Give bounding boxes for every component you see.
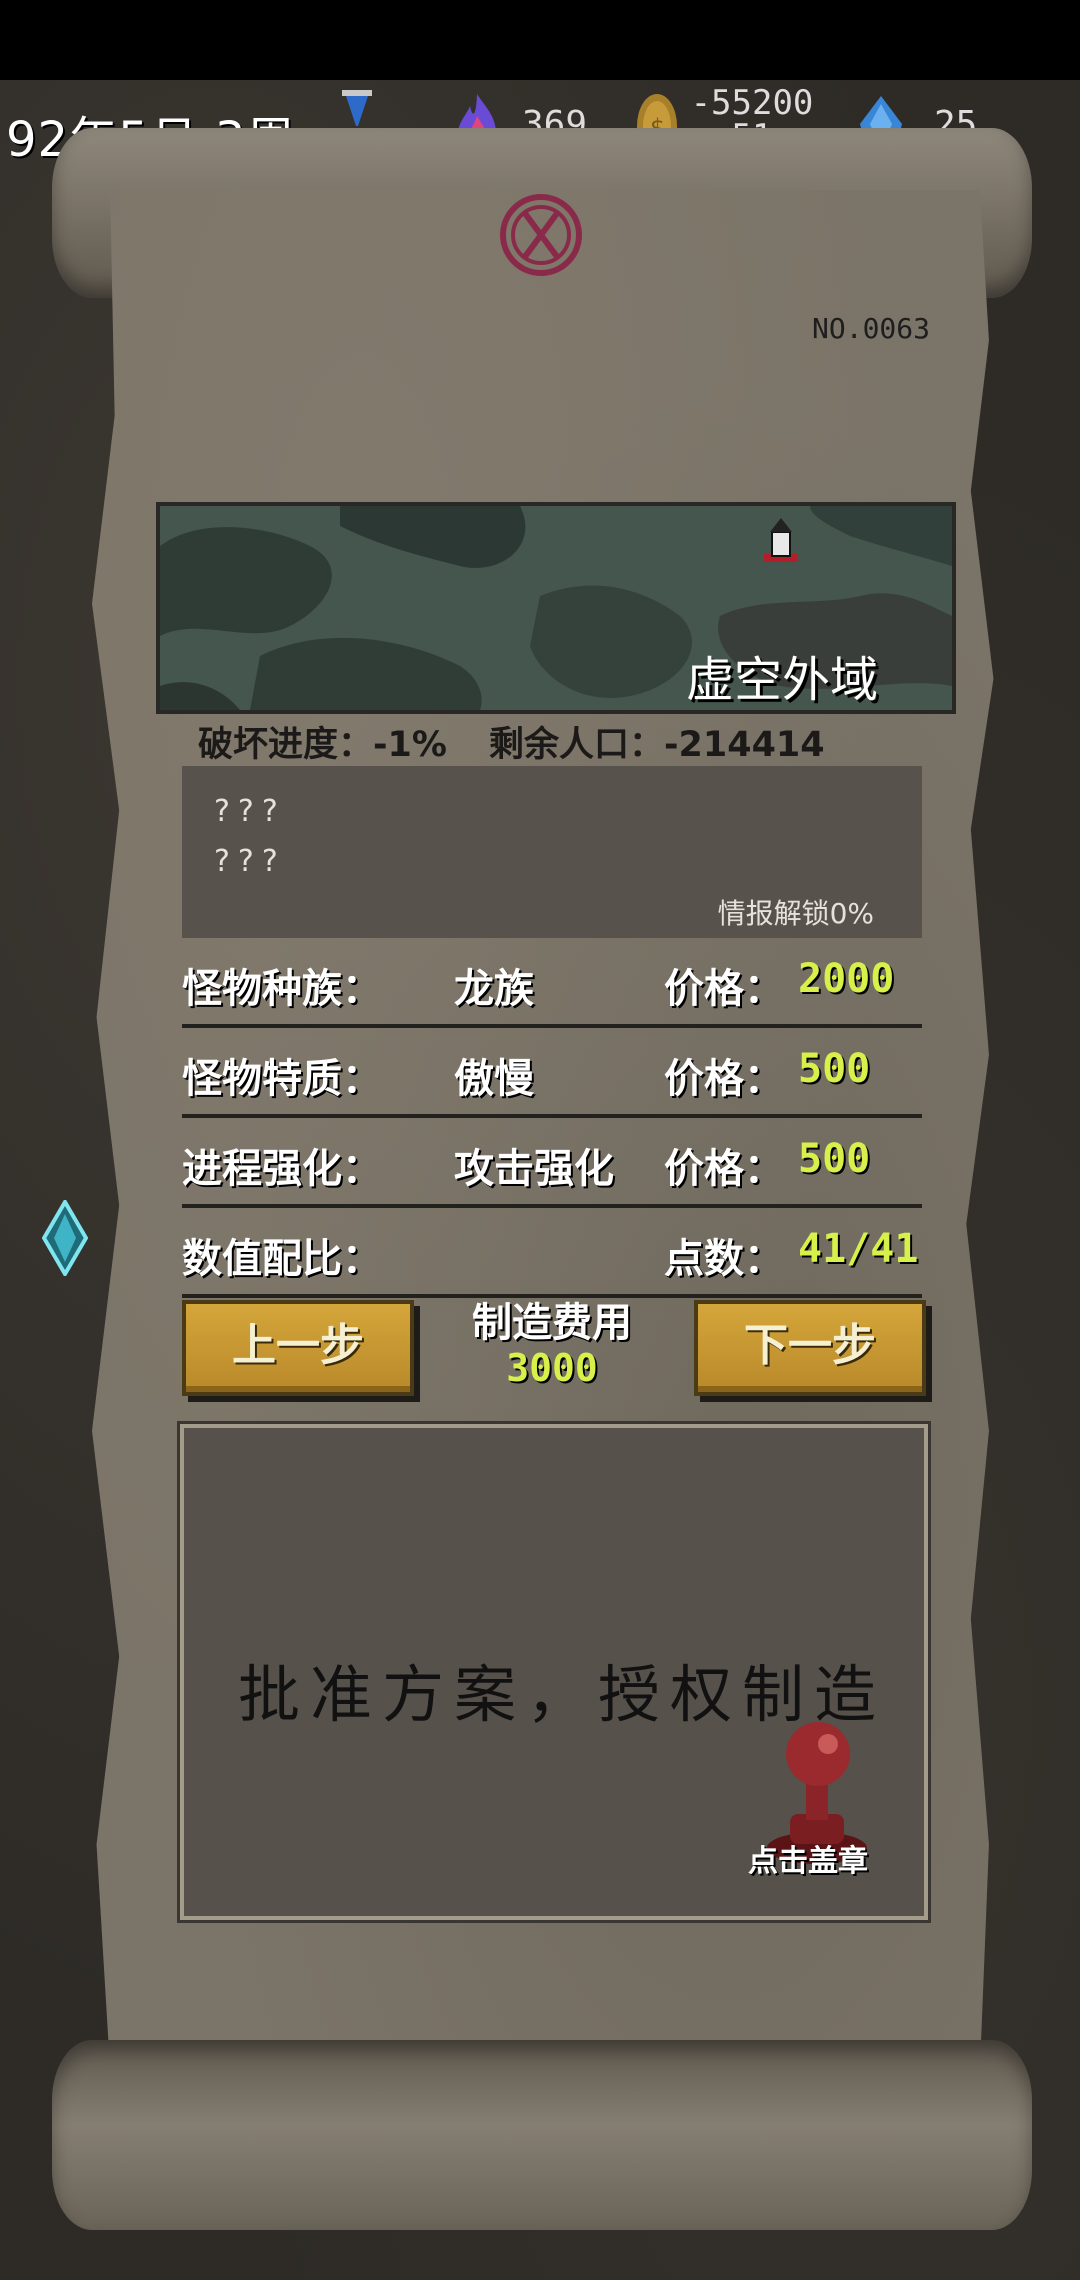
row-price-label: 价格： (664, 966, 784, 1012)
row-price: 500 (798, 1136, 871, 1182)
seal-emblem-icon (500, 194, 582, 276)
row-monster-race[interactable]: 怪物种族： 龙族 价格： 2000 (182, 944, 922, 1028)
row-process-boost[interactable]: 进程强化： 攻击强化 价格： 500 (182, 1124, 922, 1208)
intel-unlock-status: 情报解锁0% (717, 897, 874, 930)
population-value: -214414 (663, 725, 825, 765)
gold-count-line1: -55200 (690, 83, 814, 123)
region-name: 虚空外域 (685, 652, 878, 708)
row-value: 傲慢 (454, 1056, 534, 1102)
prev-step-button[interactable]: 上一步 (182, 1300, 414, 1396)
row-stat-allocation[interactable]: 数值配比： 点数： 41/41 (182, 1214, 922, 1298)
row-label: 怪物种族： (182, 966, 382, 1012)
destroy-progress-label: 破坏进度： (198, 725, 374, 765)
status-bar (0, 0, 1080, 80)
next-step-button[interactable]: 下一步 (694, 1300, 926, 1396)
population-label: 剩余人口： (488, 725, 664, 765)
row-monster-trait[interactable]: 怪物特质： 傲慢 价格： 500 (182, 1034, 922, 1118)
row-price: 500 (798, 1046, 871, 1092)
stamp-hint: 点击盖章 (748, 1844, 868, 1879)
row-price-label: 价格： (664, 1146, 784, 1192)
crystal-pointer-icon[interactable] (42, 1200, 88, 1276)
row-points: 41/41 (798, 1226, 919, 1272)
row-label: 进程强化： (182, 1146, 382, 1192)
destroy-progress-value: -1% (373, 725, 447, 765)
cost-label: 制造费用 (472, 1300, 632, 1346)
row-points-label: 点数： (664, 1236, 784, 1282)
row-price: 2000 (798, 956, 895, 1002)
document-serial: NO.0063 (812, 312, 931, 345)
region-map[interactable]: 虚空外域 (156, 502, 956, 714)
row-value: 攻击强化 (454, 1146, 614, 1192)
tower-marker-icon[interactable] (758, 514, 804, 570)
row-label: 怪物特质： (182, 1056, 382, 1102)
approval-panel[interactable]: 批准方案，授权制造 点击盖章 (180, 1424, 928, 1920)
intel-line-1: ??? (214, 794, 286, 829)
row-label: 数值配比： (182, 1236, 382, 1282)
scroll-bottom-roll (52, 2040, 1032, 2230)
row-value: 龙族 (454, 966, 534, 1012)
cost-value: 3000 (506, 1346, 598, 1390)
row-price-label: 价格： (664, 1056, 784, 1102)
intel-line-2: ??? (214, 844, 286, 879)
intel-panel: ??? ??? 情报解锁0% (182, 766, 922, 938)
region-stats: 破坏进度：-1% 剩余人口：-214414 (198, 716, 825, 767)
